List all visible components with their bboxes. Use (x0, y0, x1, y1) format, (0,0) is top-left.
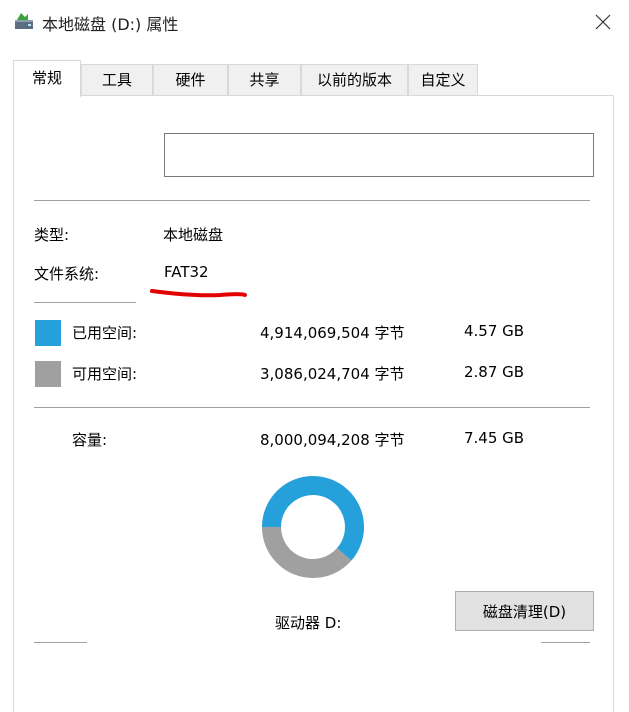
tab-sharing[interactable]: 共享 (228, 64, 301, 96)
drive-label: 驱动器 D: (275, 614, 342, 632)
type-value: 本地磁盘 (163, 226, 224, 244)
close-icon (595, 14, 611, 30)
drive-icon (15, 13, 33, 29)
close-button[interactable] (588, 8, 618, 36)
tab-customize[interactable]: 自定义 (408, 64, 478, 96)
disk-cleanup-button[interactable]: 磁盘清理(D) (455, 591, 594, 631)
title-bar[interactable]: 本地磁盘 (D:) 属性 (0, 0, 629, 44)
divider-middle (34, 407, 590, 408)
divider-top (34, 200, 590, 201)
tab-previous-versions[interactable]: 以前的版本 (301, 64, 408, 96)
capacity-size: 7.45 GB (464, 429, 525, 447)
tab-hardware[interactable]: 硬件 (153, 64, 228, 96)
capacity-bytes: 8,000,094,208 字节 (260, 431, 405, 449)
divider-bottom-left (34, 642, 87, 643)
file-system-label: 文件系统: (34, 265, 100, 283)
free-space-swatch (35, 361, 61, 387)
red-annotation-underline (150, 289, 247, 298)
free-space-label: 可用空间: (72, 365, 138, 383)
used-space-size: 4.57 GB (464, 322, 525, 340)
donut-free-segment (262, 527, 352, 578)
properties-window: 本地磁盘 (D:) 属性 常规 工具 硬件 共享 以前的版本 自定义 类型: 本… (0, 0, 629, 712)
tab-tools[interactable]: 工具 (81, 64, 153, 96)
window-title: 本地磁盘 (D:) 属性 (42, 15, 179, 34)
used-space-label: 已用空间: (72, 324, 138, 342)
capacity-label: 容量: (72, 431, 108, 449)
free-space-size: 2.87 GB (464, 363, 525, 381)
file-system-value: FAT32 (164, 263, 209, 281)
volume-name-input[interactable] (164, 133, 594, 177)
tab-general[interactable]: 常规 (13, 60, 81, 97)
disk-usage-donut (262, 476, 364, 578)
free-space-bytes: 3,086,024,704 字节 (260, 365, 405, 383)
divider-bottom-right (541, 642, 590, 643)
divider-short (34, 302, 136, 303)
type-label: 类型: (34, 226, 70, 244)
used-space-bytes: 4,914,069,504 字节 (260, 324, 405, 342)
used-space-swatch (35, 320, 61, 346)
